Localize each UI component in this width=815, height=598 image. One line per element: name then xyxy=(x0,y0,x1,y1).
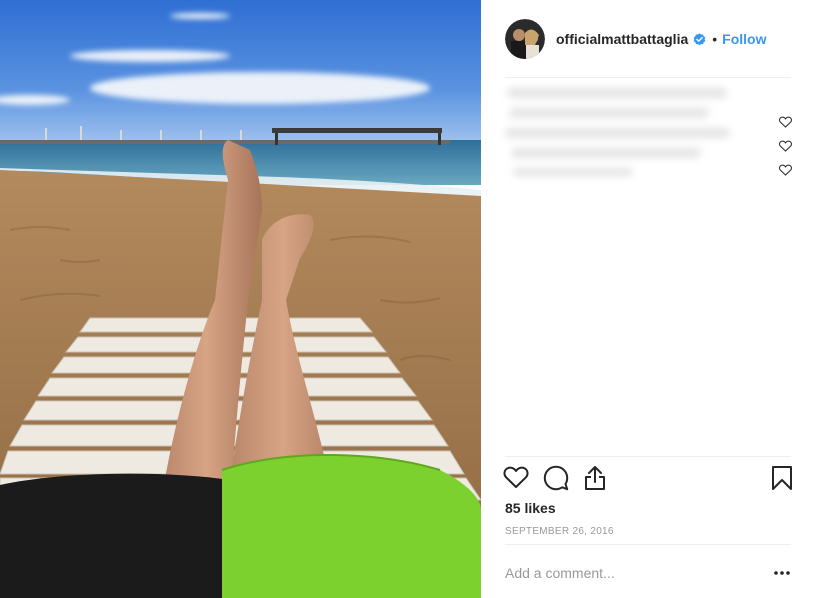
post-actions-bar xyxy=(503,465,793,495)
comment-like-heart-icon[interactable] xyxy=(779,164,792,176)
post-photo[interactable] xyxy=(0,0,481,598)
comment-divider xyxy=(505,544,791,545)
comment-like-heart-icon[interactable] xyxy=(779,116,792,128)
like-heart-icon[interactable] xyxy=(503,465,529,489)
blurred-comments-area xyxy=(499,74,739,186)
avatar[interactable] xyxy=(505,19,545,59)
follow-button[interactable]: Follow xyxy=(722,31,766,47)
likes-count[interactable]: 85 likes xyxy=(505,500,556,516)
username-link[interactable]: officialmattbattaglia xyxy=(556,31,688,47)
beach-photo-image xyxy=(0,0,481,598)
header-separator: • xyxy=(712,31,718,47)
post-details-panel: officialmattbattaglia • Follow 85 likes … xyxy=(481,0,815,598)
actions-divider xyxy=(505,456,791,457)
post-header: officialmattbattaglia • Follow xyxy=(505,18,791,60)
bookmark-icon[interactable] xyxy=(771,465,793,491)
verified-badge-icon xyxy=(693,32,706,46)
comment-bubble-icon[interactable] xyxy=(543,465,569,491)
post-date[interactable]: SEPTEMBER 26, 2016 xyxy=(505,526,614,537)
more-options-ellipsis-icon[interactable] xyxy=(773,568,791,578)
comment-input[interactable] xyxy=(505,562,745,584)
comment-like-heart-icon[interactable] xyxy=(779,140,792,152)
share-icon[interactable] xyxy=(583,465,607,491)
